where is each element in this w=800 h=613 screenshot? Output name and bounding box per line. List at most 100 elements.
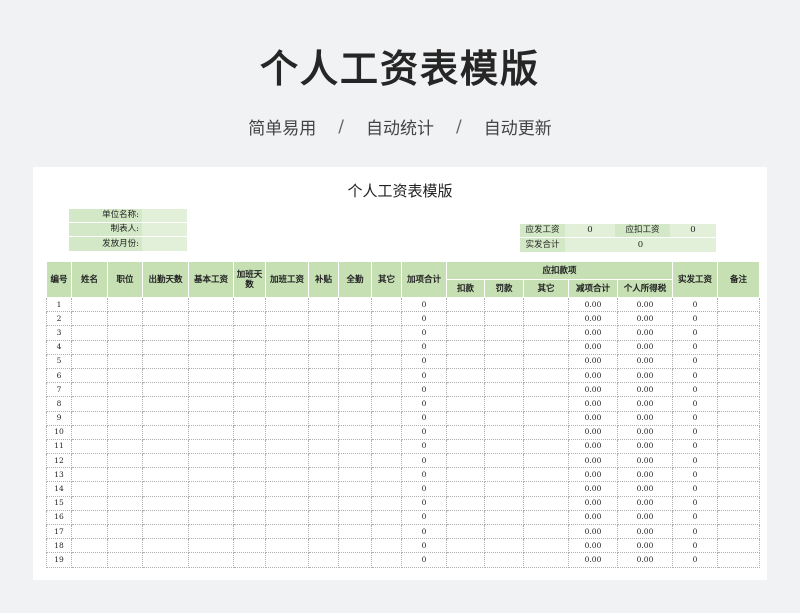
cell-allowance[interactable]: [308, 353, 339, 369]
cell-position[interactable]: [107, 453, 143, 469]
cell-withholding[interactable]: [446, 495, 485, 511]
cell-position[interactable]: [107, 552, 143, 568]
cell-position[interactable]: [107, 296, 143, 313]
cell-overtime-days[interactable]: [233, 353, 266, 369]
cell-fine[interactable]: [484, 367, 524, 384]
cell-overtime-pay[interactable]: [265, 353, 309, 369]
cell-base-salary[interactable]: [188, 538, 234, 554]
cell-position[interactable]: [107, 311, 143, 327]
cell-other-deduction[interactable]: [523, 509, 569, 526]
cell-fine[interactable]: [484, 453, 524, 469]
cell-remarks[interactable]: [717, 424, 761, 440]
cell-withholding[interactable]: [446, 538, 485, 554]
cell-other-deduction[interactable]: [523, 552, 569, 568]
cell-name[interactable]: [71, 339, 108, 355]
cell-overtime-pay[interactable]: [265, 523, 309, 540]
cell-allowance[interactable]: [308, 410, 339, 426]
cell-fine[interactable]: [484, 509, 524, 526]
cell-name[interactable]: [71, 438, 108, 455]
cell-position[interactable]: [107, 538, 143, 554]
cell-other[interactable]: [371, 410, 402, 426]
cell-withholding[interactable]: [446, 509, 485, 526]
cell-fine[interactable]: [484, 495, 524, 511]
cell-overtime-days[interactable]: [233, 367, 266, 384]
cell-fine[interactable]: [484, 311, 524, 327]
cell-other[interactable]: [371, 538, 402, 554]
cell-withholding[interactable]: [446, 481, 485, 497]
cell-attendance-days[interactable]: [142, 538, 189, 554]
cell-remarks[interactable]: [717, 552, 761, 568]
cell-attendance-days[interactable]: [142, 325, 189, 341]
cell-position[interactable]: [107, 438, 143, 455]
cell-name[interactable]: [71, 296, 108, 313]
cell-fine[interactable]: [484, 538, 524, 554]
cell-withholding[interactable]: [446, 367, 485, 384]
cell-other-deduction[interactable]: [523, 396, 569, 412]
cell-overtime-pay[interactable]: [265, 367, 309, 384]
cell-base-salary[interactable]: [188, 453, 234, 469]
cell-overtime-days[interactable]: [233, 311, 266, 327]
cell-other-deduction[interactable]: [523, 495, 569, 511]
cell-base-salary[interactable]: [188, 552, 234, 568]
cell-allowance[interactable]: [308, 424, 339, 440]
cell-position[interactable]: [107, 523, 143, 540]
cell-position[interactable]: [107, 382, 143, 398]
cell-fine[interactable]: [484, 325, 524, 341]
cell-overtime-pay[interactable]: [265, 311, 309, 327]
cell-full-attendance[interactable]: [338, 410, 372, 426]
cell-overtime-days[interactable]: [233, 481, 266, 497]
cell-full-attendance[interactable]: [338, 467, 372, 483]
cell-remarks[interactable]: [717, 453, 761, 469]
cell-attendance-days[interactable]: [142, 396, 189, 412]
cell-allowance[interactable]: [308, 325, 339, 341]
cell-other-deduction[interactable]: [523, 410, 569, 426]
cell-fine[interactable]: [484, 552, 524, 568]
cell-other-deduction[interactable]: [523, 382, 569, 398]
cell-overtime-days[interactable]: [233, 325, 266, 341]
cell-attendance-days[interactable]: [142, 353, 189, 369]
cell-withholding[interactable]: [446, 424, 485, 440]
cell-name[interactable]: [71, 467, 108, 483]
cell-allowance[interactable]: [308, 438, 339, 455]
cell-remarks[interactable]: [717, 523, 761, 540]
cell-overtime-days[interactable]: [233, 453, 266, 469]
cell-name[interactable]: [71, 311, 108, 327]
cell-allowance[interactable]: [308, 467, 339, 483]
cell-other-deduction[interactable]: [523, 538, 569, 554]
cell-overtime-days[interactable]: [233, 382, 266, 398]
cell-allowance[interactable]: [308, 396, 339, 412]
cell-base-salary[interactable]: [188, 424, 234, 440]
cell-other[interactable]: [371, 481, 402, 497]
cell-full-attendance[interactable]: [338, 481, 372, 497]
cell-attendance-days[interactable]: [142, 495, 189, 511]
cell-name[interactable]: [71, 523, 108, 540]
cell-other[interactable]: [371, 495, 402, 511]
cell-name[interactable]: [71, 538, 108, 554]
cell-full-attendance[interactable]: [338, 396, 372, 412]
cell-other[interactable]: [371, 467, 402, 483]
cell-full-attendance[interactable]: [338, 382, 372, 398]
cell-base-salary[interactable]: [188, 311, 234, 327]
cell-position[interactable]: [107, 424, 143, 440]
cell-allowance[interactable]: [308, 538, 339, 554]
cell-overtime-pay[interactable]: [265, 481, 309, 497]
cell-other-deduction[interactable]: [523, 438, 569, 455]
cell-remarks[interactable]: [717, 410, 761, 426]
cell-attendance-days[interactable]: [142, 552, 189, 568]
cell-overtime-pay[interactable]: [265, 296, 309, 313]
cell-overtime-days[interactable]: [233, 410, 266, 426]
cell-overtime-days[interactable]: [233, 424, 266, 440]
cell-full-attendance[interactable]: [338, 552, 372, 568]
cell-other[interactable]: [371, 523, 402, 540]
cell-overtime-days[interactable]: [233, 552, 266, 568]
cell-allowance[interactable]: [308, 552, 339, 568]
cell-attendance-days[interactable]: [142, 410, 189, 426]
cell-other[interactable]: [371, 296, 402, 313]
cell-name[interactable]: [71, 410, 108, 426]
cell-position[interactable]: [107, 367, 143, 384]
cell-other-deduction[interactable]: [523, 296, 569, 313]
cell-other[interactable]: [371, 339, 402, 355]
cell-full-attendance[interactable]: [338, 509, 372, 526]
cell-position[interactable]: [107, 495, 143, 511]
cell-name[interactable]: [71, 424, 108, 440]
